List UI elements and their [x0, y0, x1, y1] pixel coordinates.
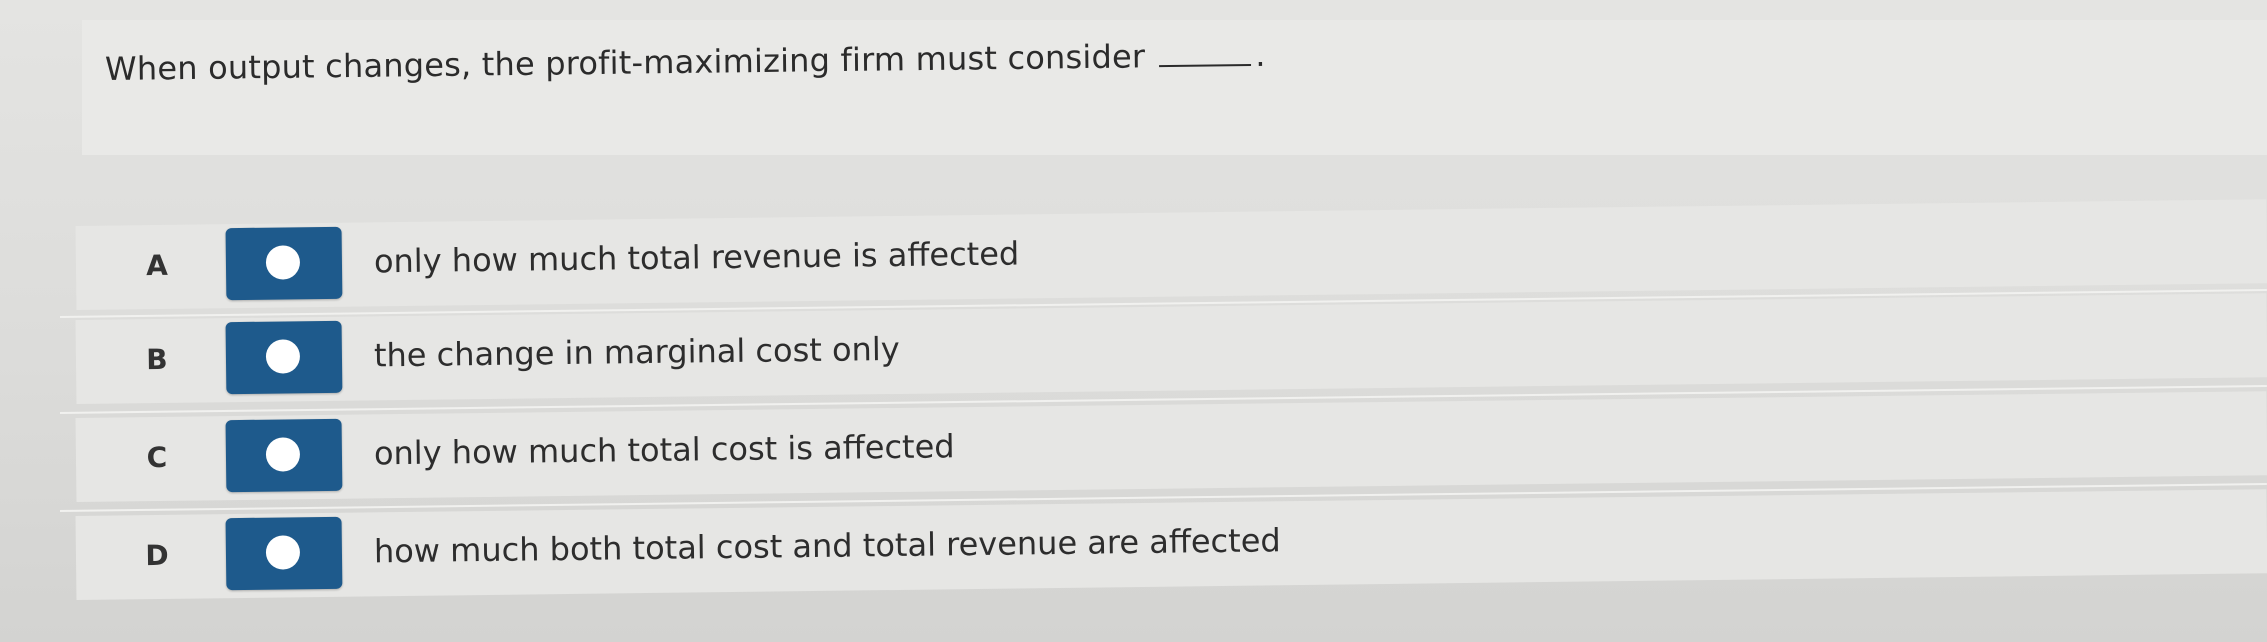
option-c-radio-button[interactable] [225, 418, 343, 493]
radio-button-icon [265, 535, 301, 570]
option-letter: D [145, 538, 169, 573]
option-row-b[interactable]: B the change in marginal cost only [75, 293, 2267, 404]
option-a-radio-button[interactable] [225, 226, 343, 301]
option-text[interactable]: how much both total cost and total reven… [374, 521, 1281, 570]
option-letter: B [146, 342, 168, 377]
radio-button-icon [265, 245, 301, 280]
option-d-radio-button[interactable] [225, 516, 343, 591]
option-text[interactable]: only how much total revenue is affected [374, 234, 1020, 280]
option-text[interactable]: only how much total cost is affected [374, 427, 955, 472]
answer-blank [1158, 37, 1252, 68]
radio-button-icon [265, 437, 301, 472]
radio-button-icon [265, 339, 301, 374]
option-letter: C [146, 440, 168, 475]
question-end-punctuation: . [1254, 35, 1266, 74]
option-letter: A [145, 248, 169, 283]
option-text[interactable]: the change in marginal cost only [374, 330, 900, 374]
option-b-radio-button[interactable] [225, 320, 343, 395]
